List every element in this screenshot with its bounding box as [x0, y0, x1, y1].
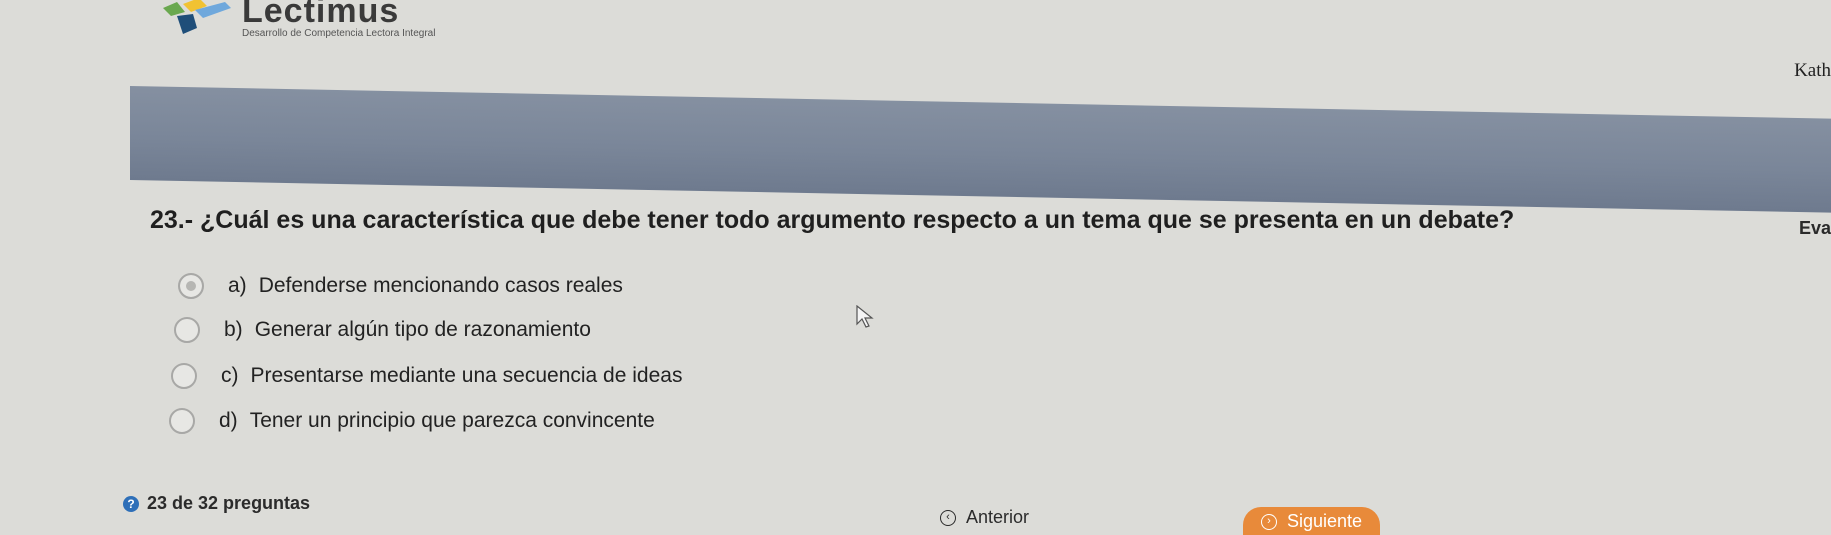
next-label: Siguiente — [1287, 511, 1363, 531]
info-icon: ? — [123, 495, 139, 512]
quiz-page: Lectimus Desarrollo de Competencia Lecto… — [0, 0, 1831, 535]
arrow-left-icon: ‹ — [940, 509, 956, 526]
radio-button[interactable] — [171, 363, 197, 389]
arrow-right-icon: › — [1261, 513, 1277, 530]
option-b[interactable]: b) Generar algún tipo de razonamiento — [174, 317, 591, 343]
radio-button[interactable] — [174, 317, 200, 343]
option-a[interactable]: a) Defenderse mencionando casos reales — [178, 273, 623, 299]
logo-subtitle: Desarrollo de Competencia Lectora Integr… — [242, 28, 436, 39]
user-name: Kath — [1794, 60, 1831, 81]
question-text: 23.- ¿Cuál es una característica que deb… — [150, 206, 1515, 234]
option-letter: b) — [224, 318, 243, 341]
option-letter: c) — [221, 364, 239, 387]
radio-button[interactable] — [169, 408, 195, 434]
logo-mark-icon — [163, 0, 231, 34]
logo-title: Lectimus — [242, 0, 400, 30]
evaluation-label: Eva — [1798, 218, 1831, 238]
option-text: Presentarse mediante una secuencia de id… — [250, 364, 683, 387]
progress-indicator: ? 23 de 32 preguntas — [123, 493, 310, 514]
next-button[interactable]: › Siguiente — [1243, 507, 1381, 535]
option-c[interactable]: c) Presentarse mediante una secuencia de… — [171, 363, 682, 389]
previous-button[interactable]: ‹ Anterior — [940, 507, 1029, 528]
header-banner — [130, 86, 1831, 214]
progress-text: 23 de 32 preguntas — [147, 493, 311, 513]
previous-label: Anterior — [966, 507, 1030, 527]
option-letter: d) — [219, 409, 238, 432]
option-text: Generar algún tipo de razonamiento — [254, 318, 591, 341]
radio-button[interactable] — [178, 273, 204, 299]
option-text: Defenderse mencionando casos reales — [258, 274, 623, 297]
option-text: Tener un principio que parezca convincen… — [249, 409, 655, 432]
mouse-cursor-icon — [856, 305, 874, 328]
app-logo: Lectimus Desarrollo de Competencia Lecto… — [155, 0, 455, 44]
option-letter: a) — [228, 274, 247, 297]
option-d[interactable]: d) Tener un principio que parezca convin… — [169, 408, 655, 434]
